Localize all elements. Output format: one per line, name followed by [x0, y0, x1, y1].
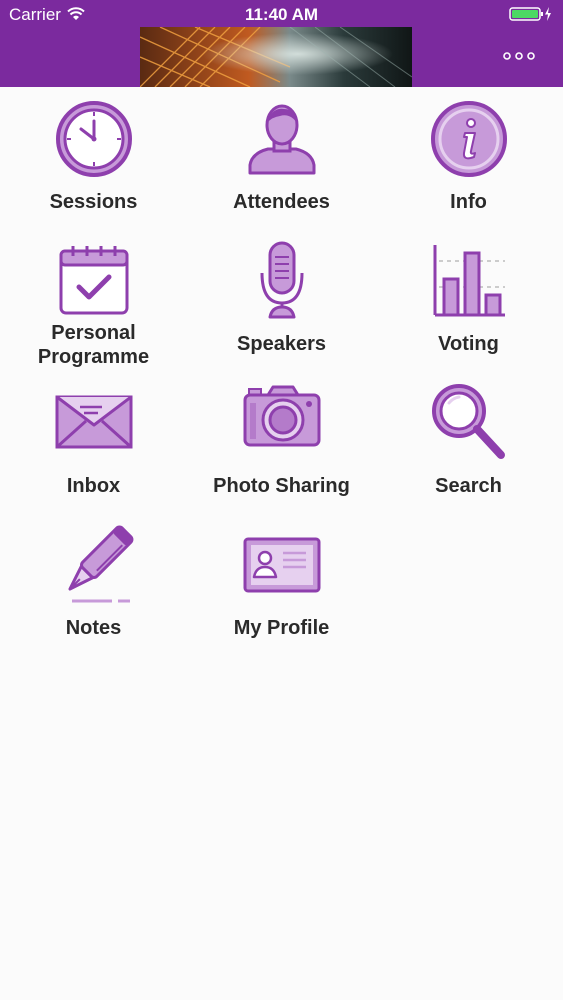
envelope-icon: [55, 395, 132, 449]
more-dots-icon: [503, 52, 535, 60]
menu-item-label: Attendees: [233, 191, 330, 213]
magnifier-icon: [431, 384, 505, 459]
clock-time: 11:40 AM: [244, 5, 319, 24]
menu-item-sessions[interactable]: Sessions: [0, 99, 187, 229]
person-icon: [248, 104, 315, 175]
info-icon: [430, 101, 507, 177]
menu-item-label: Voting: [438, 333, 499, 355]
menu-item-label: Search: [435, 475, 502, 497]
menu-item-search[interactable]: Search: [375, 383, 562, 513]
clock-icon: [55, 101, 132, 177]
menu-item-label: Notes: [65, 617, 122, 639]
menu-item-attendees[interactable]: Attendees: [188, 99, 375, 229]
menu-item-notes[interactable]: Notes: [0, 525, 187, 655]
menu-item-info[interactable]: Info: [375, 99, 562, 229]
id-card-icon: [243, 537, 320, 593]
menu-item-label: Photo Sharing: [213, 475, 350, 497]
battery-icon: [509, 6, 553, 27]
app-header: Carrier 11:40 AM: [0, 0, 563, 87]
menu-item-personal-programme[interactable]: Personal Programme: [0, 245, 187, 375]
menu-item-speakers[interactable]: Speakers: [188, 241, 375, 371]
bar-chart-icon: [433, 245, 505, 317]
menu-item-label: Speakers: [237, 333, 326, 355]
menu-item-voting[interactable]: Voting: [375, 241, 562, 371]
pen-icon: [67, 525, 133, 603]
camera-icon: [243, 385, 320, 447]
microphone-icon: [260, 241, 303, 319]
menu-item-photo-sharing[interactable]: Photo Sharing: [188, 383, 375, 513]
menu-item-inbox[interactable]: Inbox: [0, 383, 187, 513]
calendar-check-icon: [59, 246, 128, 315]
more-options-button[interactable]: [499, 40, 539, 72]
status-bar: Carrier 11:40 AM: [0, 0, 563, 28]
event-banner-image: [140, 27, 412, 87]
menu-item-label: Sessions: [49, 191, 138, 213]
menu-item-label: Info: [450, 191, 487, 213]
menu-item-label: My Profile: [233, 617, 330, 639]
menu-item-my-profile[interactable]: My Profile: [188, 525, 375, 655]
menu-item-label: Inbox: [66, 475, 121, 497]
menu-item-label: Personal Programme: [37, 322, 150, 368]
